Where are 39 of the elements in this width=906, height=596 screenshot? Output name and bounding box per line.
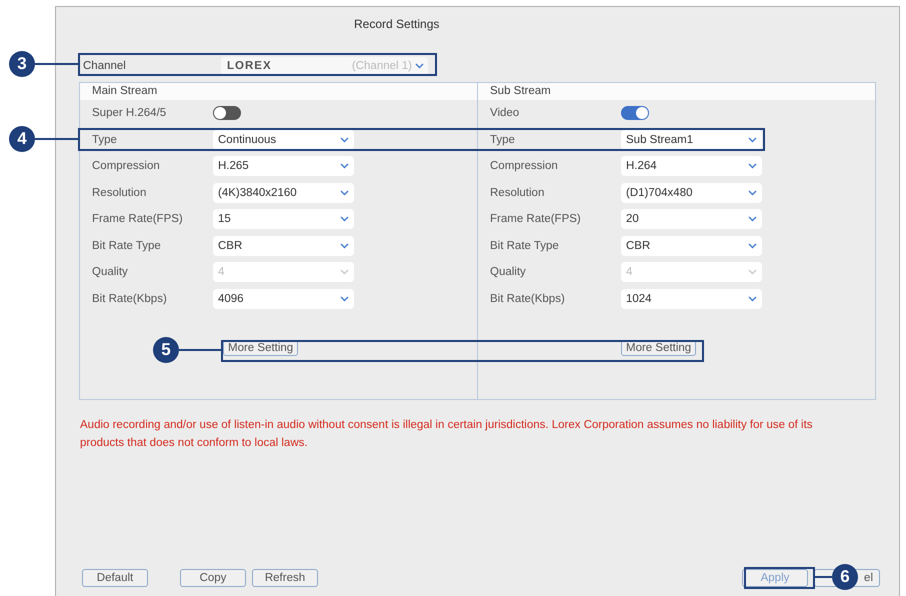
callout-number: 4 xyxy=(9,126,35,152)
dropdown-field[interactable]: (D1)704x480 xyxy=(621,182,762,203)
dropdown-field[interactable]: Continuous xyxy=(213,130,354,150)
dropdown-field[interactable]: 20 xyxy=(621,209,762,230)
window-title: Record Settings xyxy=(353,16,440,33)
dropdown-field[interactable]: 15 xyxy=(213,209,354,230)
field-label: Bit Rate Type xyxy=(91,240,162,252)
channel-dropdown[interactable]: LOREX (Channel 1) xyxy=(221,56,428,76)
field-label: Quality xyxy=(91,266,129,278)
field-label: Bit Rate(Kbps) xyxy=(489,292,566,305)
section-header: Main Stream xyxy=(80,83,477,100)
field-label: Frame Rate(FPS) xyxy=(489,213,582,226)
field-label: Compression xyxy=(489,160,559,172)
field-label: Frame Rate(FPS) xyxy=(91,213,184,226)
field-label: Resolution xyxy=(489,186,546,199)
field-label: Quality xyxy=(489,266,527,278)
action-button[interactable]: Copy xyxy=(180,569,246,587)
dropdown-field[interactable]: H.264 xyxy=(621,156,762,176)
field-label: Video xyxy=(489,107,520,120)
dropdown-field[interactable]: (4K)3840x2160 xyxy=(213,182,354,203)
field-label: Resolution xyxy=(91,186,148,199)
section-header: Sub Stream xyxy=(478,83,875,100)
field-label: Type xyxy=(489,134,516,146)
dropdown-field[interactable]: CBR xyxy=(621,236,762,256)
action-button[interactable]: Default xyxy=(82,569,148,587)
dropdown-field[interactable]: 1024 xyxy=(621,288,762,309)
field-label: Channel xyxy=(82,60,127,72)
callout-number: 3 xyxy=(9,51,35,77)
dropdown-field[interactable]: 4096 xyxy=(213,288,354,309)
action-button[interactable]: Refresh xyxy=(252,569,318,587)
field-label: Bit Rate(Kbps) xyxy=(91,292,168,305)
field-label: Type xyxy=(91,134,118,146)
warning-text: Audio recording and/or use of listen-in audio without consent is illegal in certain jurisdictions. Lorex Corporation assumes no liability for use of its products that does not conform to local laws. xyxy=(79,418,814,451)
field-label: Super H.264/5 xyxy=(91,107,168,120)
field-label: Compression xyxy=(91,160,161,172)
dropdown-field[interactable]: Sub Stream1 xyxy=(621,130,762,150)
dropdown-field[interactable]: CBR xyxy=(213,236,354,256)
dropdown-field[interactable]: H.265 xyxy=(213,156,354,176)
field-label: Bit Rate Type xyxy=(489,240,560,252)
